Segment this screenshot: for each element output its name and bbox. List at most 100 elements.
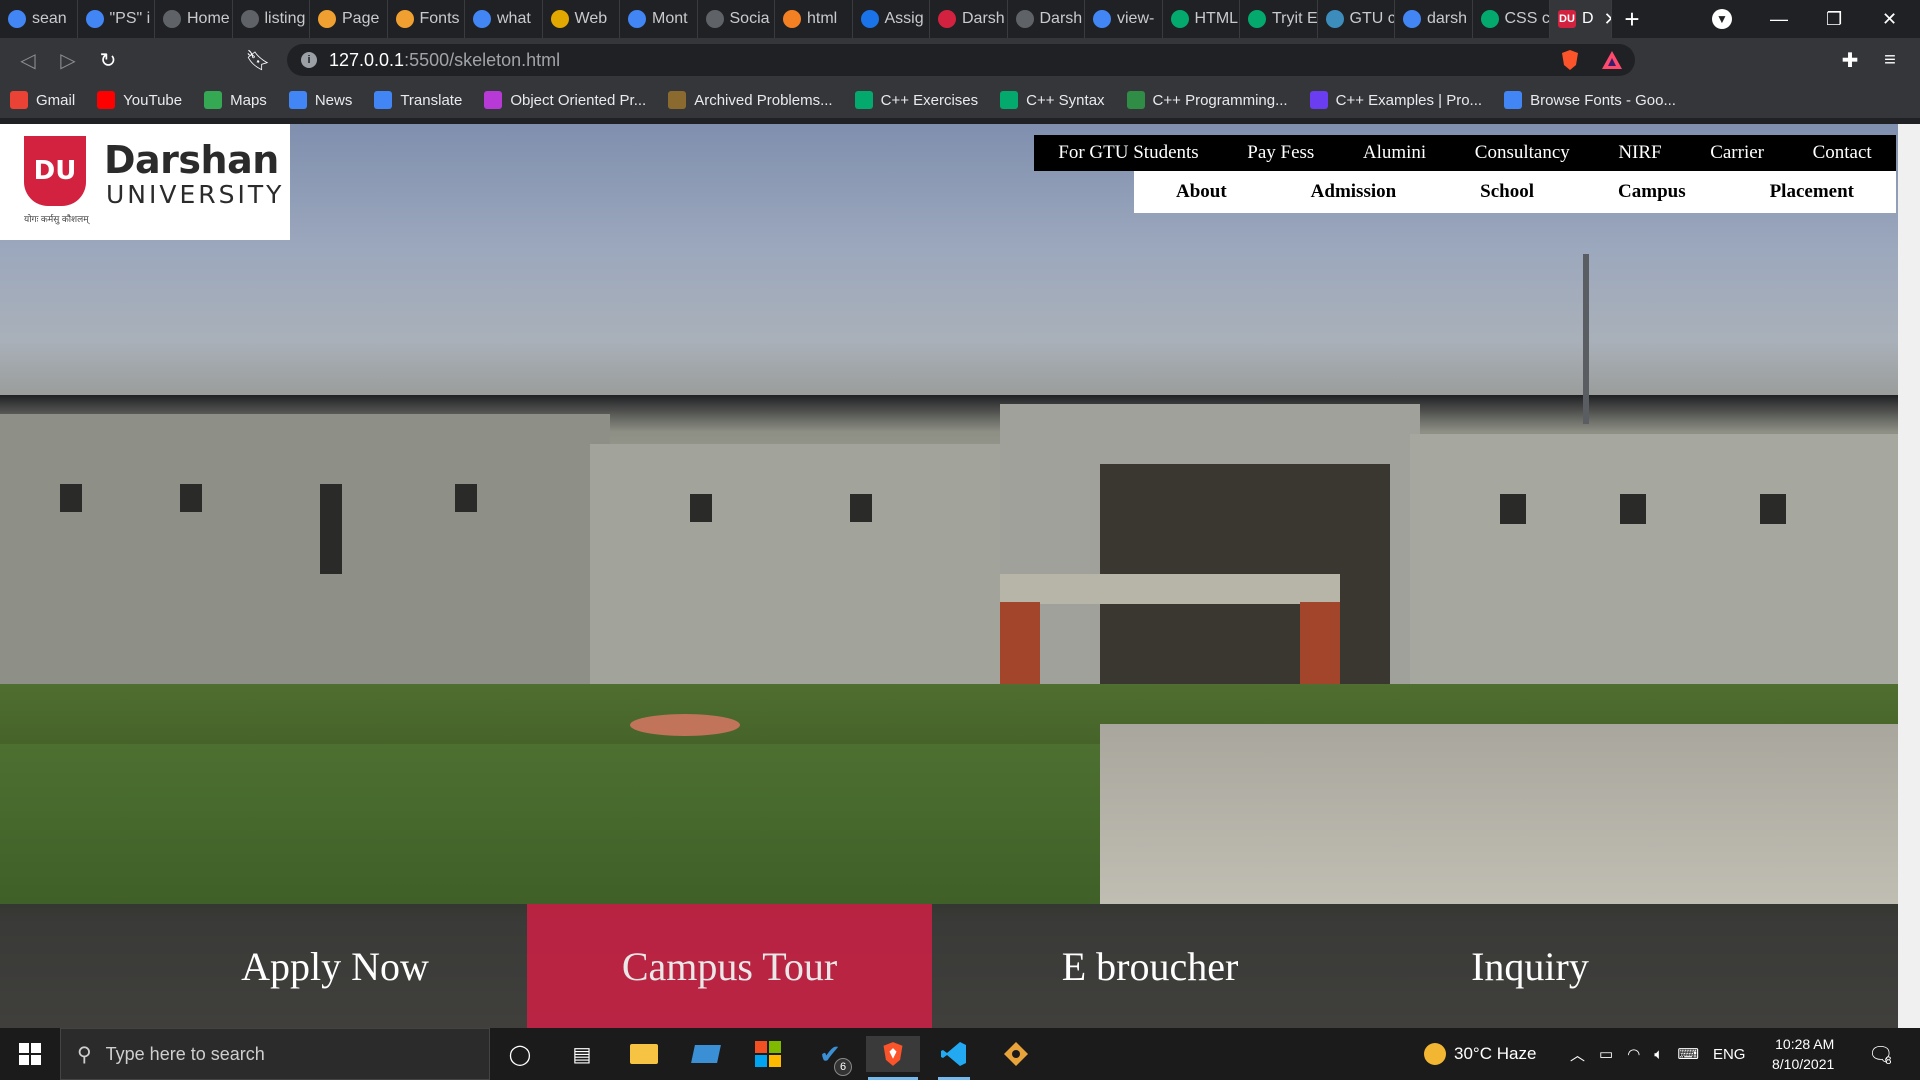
subnav-link-admission[interactable]: Admission	[1311, 181, 1397, 203]
tab[interactable]: HTML	[1163, 0, 1240, 38]
bookmark-item[interactable]: Object Oriented Pr...	[484, 91, 646, 109]
bookmark-item[interactable]: C++ Exercises	[854, 91, 978, 109]
tab-label: Assig	[884, 10, 924, 27]
extensions-icon[interactable]: ✚	[1836, 46, 1864, 74]
bookmark-item[interactable]: Maps	[204, 91, 267, 109]
tab[interactable]: Darsh	[930, 0, 1008, 38]
bookmark-item[interactable]: Browse Fonts - Goo...	[1504, 91, 1676, 109]
subnav-link-school[interactable]: School	[1480, 181, 1534, 203]
close-window-icon[interactable]: ✕	[1882, 0, 1897, 38]
file-explorer-icon[interactable]	[626, 1036, 662, 1072]
bookmark-item[interactable]: Archived Problems...	[668, 91, 833, 109]
laptop-app-icon[interactable]	[688, 1036, 724, 1072]
tab[interactable]: what	[465, 0, 543, 38]
nav-link-alumini[interactable]: Alumini	[1363, 142, 1426, 164]
task-view-icon[interactable]: ▤	[564, 1036, 600, 1072]
tab[interactable]: GTU c	[1318, 0, 1395, 38]
close-tab-icon[interactable]: ✕	[1604, 9, 1611, 30]
nav-link-pay-fess[interactable]: Pay Fess	[1247, 142, 1314, 164]
address-bar[interactable]: i 127.0.0.1:5500/skeleton.html	[287, 44, 1635, 76]
bookmark-item[interactable]: YouTube	[97, 91, 182, 109]
nav-link-carrier[interactable]: Carrier	[1710, 142, 1764, 164]
forward-icon[interactable]: ▷	[54, 46, 82, 74]
battery-icon[interactable]: ▭	[1599, 1045, 1613, 1063]
nav-link-consultancy[interactable]: Consultancy	[1475, 142, 1570, 164]
tab[interactable]: Page	[310, 0, 388, 38]
brave-shields-icon[interactable]	[1556, 46, 1584, 74]
tab[interactable]: Assig	[853, 0, 930, 38]
language-indicator[interactable]: ENG	[1713, 1046, 1746, 1063]
bookmark-item[interactable]: Gmail	[10, 91, 75, 109]
tab[interactable]: Home	[155, 0, 233, 38]
bookmark-item[interactable]: Translate	[374, 91, 462, 109]
minimize-icon[interactable]: —	[1770, 0, 1788, 38]
brave-browser-icon[interactable]	[866, 1036, 920, 1080]
cortana-icon[interactable]: ◯	[502, 1036, 538, 1072]
start-button[interactable]	[0, 1028, 60, 1080]
web-icon	[550, 10, 569, 28]
wifi-icon[interactable]: ◠	[1627, 1045, 1640, 1063]
tab-label: Darsh	[962, 10, 1005, 27]
tab[interactable]: CSS c	[1473, 0, 1550, 38]
restore-icon[interactable]: ❐	[1826, 0, 1842, 38]
bookmark-item[interactable]: C++ Examples | Pro...	[1309, 91, 1482, 109]
todo-badge: 6	[834, 1058, 852, 1076]
bookmark-item[interactable]: C++ Programming...	[1126, 91, 1288, 109]
tab[interactable]: Fonts	[388, 0, 465, 38]
git-client-icon[interactable]	[998, 1036, 1034, 1072]
vscode-icon[interactable]	[936, 1036, 972, 1080]
new-tab-button[interactable]: +	[1612, 4, 1652, 35]
programiz-icon	[1309, 91, 1328, 109]
tab[interactable]: view-	[1085, 0, 1163, 38]
clock-time: 10:28 AM	[1775, 1036, 1835, 1052]
tab[interactable]: Tryit E	[1240, 0, 1318, 38]
menu-icon[interactable]: ≡	[1876, 46, 1904, 74]
nav-link-for-gtu-students[interactable]: For GTU Students	[1058, 142, 1198, 164]
notification-center-icon[interactable]: 🗨︎ 8	[1868, 1028, 1893, 1080]
info-icon[interactable]: i	[301, 52, 317, 68]
chevron-up-icon[interactable]: ︿	[1570, 1044, 1585, 1065]
subnav-link-placement[interactable]: Placement	[1770, 181, 1854, 203]
tab[interactable]: html	[775, 0, 853, 38]
taskbar-search[interactable]: ⚲ Type here to search	[60, 1028, 490, 1080]
microsoft-store-icon[interactable]	[750, 1036, 786, 1072]
tab[interactable]: darsh	[1395, 0, 1473, 38]
bookmark-item[interactable]: C++ Syntax	[1000, 91, 1105, 109]
apply-now-button[interactable]: Apply Now	[170, 904, 500, 1028]
campus-tour-button[interactable]: Campus Tour	[527, 904, 932, 1028]
university-logo[interactable]: DU Darshan UNIVERSITY योगः कर्मसु कौशलम्	[0, 124, 290, 240]
tab[interactable]: Mont	[620, 0, 698, 38]
weather-widget[interactable]: 30°C Haze	[1424, 1028, 1536, 1080]
tab-search-icon[interactable]: ▼	[1712, 0, 1732, 38]
inquiry-button[interactable]: Inquiry	[1380, 904, 1680, 1028]
tab[interactable]: Web	[543, 0, 620, 38]
tab[interactable]: sean	[0, 0, 78, 38]
cta-label: Apply Now	[241, 943, 429, 989]
todo-icon[interactable]: ✔ 6	[812, 1036, 852, 1076]
page-icon	[318, 10, 336, 28]
tab[interactable]: "PS" i	[78, 0, 155, 38]
globe-icon	[705, 10, 724, 28]
subnav-link-campus[interactable]: Campus	[1618, 181, 1686, 203]
clock[interactable]: 10:28 AM 8/10/2021	[1772, 1028, 1834, 1080]
page-scrollbar[interactable]	[1898, 124, 1920, 1028]
keyboard-icon[interactable]: ⌨	[1677, 1045, 1699, 1063]
tab[interactable]: listing	[233, 0, 310, 38]
nav-link-contact[interactable]: Contact	[1813, 142, 1872, 164]
nav-link-nirf[interactable]: NIRF	[1618, 142, 1661, 164]
tab[interactable]: Socia	[698, 0, 775, 38]
subnav-link-about[interactable]: About	[1176, 181, 1227, 203]
bookmark-item[interactable]: News	[288, 91, 352, 109]
google-icon	[473, 10, 491, 28]
reload-icon[interactable]: ↻	[94, 46, 122, 74]
logo-tagline: योगः कर्मसु कौशलम्	[24, 214, 89, 224]
volume-icon[interactable]: 🔈︎	[1654, 1046, 1663, 1063]
bookmark-icon[interactable]: 🔖︎	[244, 46, 272, 74]
tab-active[interactable]: DU D ✕	[1550, 0, 1612, 38]
brave-rewards-icon[interactable]	[1598, 46, 1626, 74]
cta-label: E broucher	[1061, 943, 1239, 989]
tab[interactable]: Darsh	[1008, 0, 1085, 38]
e-broucher-button[interactable]: E broucher	[1000, 904, 1300, 1028]
back-icon[interactable]: ◁	[14, 46, 42, 74]
pe-icon	[668, 91, 687, 109]
